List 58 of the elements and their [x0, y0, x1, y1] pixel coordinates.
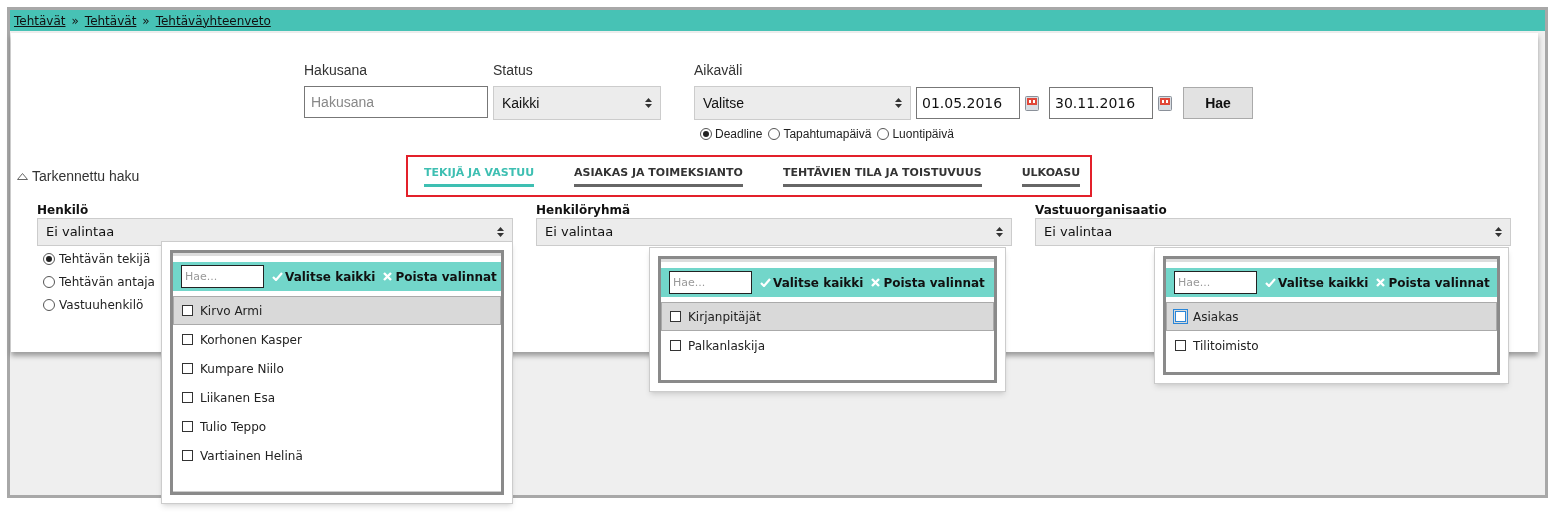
end-date-field[interactable]: 30.11.2016 [1049, 87, 1153, 119]
option-label: Tilitoimisto [1193, 337, 1259, 355]
option-row[interactable]: Tilitoimisto [1166, 331, 1497, 360]
option-row[interactable]: Kirvo Armi [173, 296, 501, 325]
radio-label: Luontipäivä [892, 126, 954, 143]
tab[interactable]: ULKOASU [1021, 165, 1081, 187]
search-button[interactable]: Hae [1183, 87, 1253, 119]
option-row[interactable]: Kirjanpitäjät [661, 302, 994, 331]
radio-label: Tehtävän antaja [59, 274, 155, 291]
field-label: Henkilöryhmä [536, 202, 632, 218]
field-label: Henkilö [37, 202, 90, 218]
option-row[interactable]: Korhonen Kasper [173, 325, 501, 354]
option-row[interactable]: Liikanen Esa [173, 383, 501, 412]
option-label: Kirvo Armi [200, 302, 263, 320]
radio-label: Deadline [715, 126, 763, 143]
clear-all-button[interactable]: Poista valinnat [871, 273, 985, 292]
option-label: Palkanlaskija [688, 337, 765, 355]
option-row[interactable]: Tulio Teppo [173, 412, 501, 441]
option-row[interactable]: Asiakas [1166, 302, 1497, 331]
select-all-button[interactable]: Valitse kaikki [1265, 273, 1369, 292]
field-label: Aikaväli [694, 61, 744, 80]
field-label: Status [493, 61, 534, 80]
radio-label: Tapahtumapäivä [783, 126, 872, 143]
radio-label: Tehtävän tekijä [59, 251, 151, 268]
breadcrumb-separator: » [142, 12, 150, 30]
search-field[interactable]: Hae... [669, 271, 752, 294]
select-all-button[interactable]: Valitse kaikki [760, 273, 864, 292]
search-field[interactable]: Hae... [181, 265, 264, 288]
period-select[interactable]: Valitse [694, 86, 911, 120]
status-select[interactable]: Kaikki [493, 86, 661, 120]
option-row[interactable]: Palkanlaskija [661, 331, 994, 360]
option-label: Korhonen Kasper [200, 331, 302, 349]
option-row[interactable]: Vartiainen Helinä [173, 441, 501, 470]
breadcrumb-separator: » [71, 12, 79, 30]
clear-all-button[interactable]: Poista valinnat [1376, 273, 1490, 292]
field-label: Vastuuorganisaatio [1035, 202, 1168, 218]
breadcrumb-link[interactable]: Tehtäväyhteenveto [155, 11, 271, 30]
search-field[interactable]: Hae... [1174, 271, 1257, 294]
clear-all-button[interactable]: Poista valinnat [383, 267, 497, 286]
option-label: Kirjanpitäjät [688, 308, 761, 326]
option-label: Tulio Teppo [200, 418, 267, 436]
tab[interactable]: ASIAKAS JA TOIMEKSIANTO [574, 165, 743, 187]
option-label: Kumpare Niilo [200, 360, 284, 378]
filter-select[interactable]: Ei valintaa [536, 218, 1012, 246]
field-label: Hakusana [304, 61, 369, 80]
filter-select[interactable]: Ei valintaa [1035, 218, 1511, 246]
select-all-button[interactable]: Valitse kaikki [272, 267, 376, 286]
keyword-field[interactable]: Hakusana [304, 86, 488, 118]
advanced-search-toggle[interactable]: Tarkennettu haku [17, 165, 406, 187]
tab[interactable]: TEHTÄVIEN TILA JA TOISTUVUUS [782, 165, 982, 187]
breadcrumb-link[interactable]: Tehtävät [14, 11, 66, 30]
option-label: Asiakas [1193, 308, 1239, 326]
radio-label: Vastuuhenkilö [59, 297, 144, 314]
option-label: Vartiainen Helinä [200, 447, 303, 465]
option-label: Liikanen Esa [200, 389, 276, 407]
option-row[interactable]: Kumpare Niilo [173, 354, 501, 383]
start-date-field[interactable]: 01.05.2016 [916, 87, 1020, 119]
breadcrumb-link[interactable]: Tehtävät [84, 11, 137, 30]
